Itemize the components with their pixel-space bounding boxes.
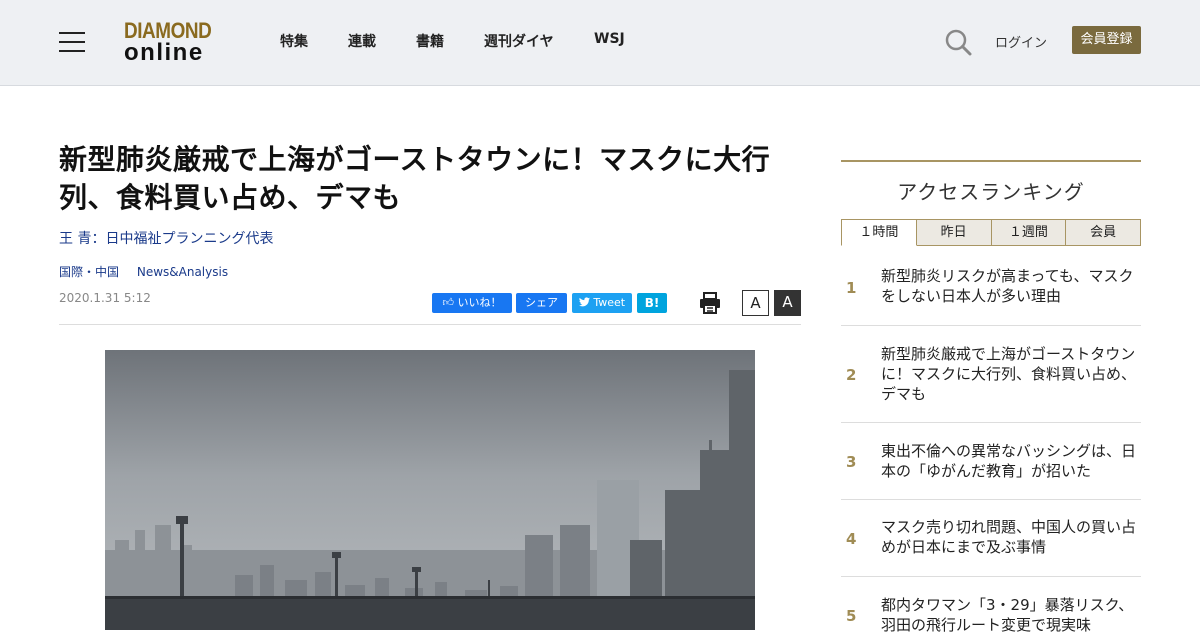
search-icon[interactable] bbox=[944, 28, 972, 56]
ranking-number: 2 bbox=[846, 366, 857, 384]
ranking-item[interactable]: 1 新型肺炎リスクが高まっても、マスクをしない日本人が多い理由 bbox=[841, 246, 1141, 326]
nav-item-weekly-diamond[interactable]: 週刊ダイヤ bbox=[484, 31, 554, 51]
print-icon[interactable] bbox=[699, 292, 721, 314]
ranking-number: 4 bbox=[846, 530, 857, 548]
ranking-item[interactable]: 5 都内タワマン「3・29」暴落リスク、羽田の飛行ルート変更で現実味 bbox=[841, 577, 1141, 637]
thumbs-up-icon: 👍︎ bbox=[442, 296, 455, 309]
tab-yesterday[interactable]: 昨日 bbox=[916, 219, 992, 246]
category-link-news[interactable]: News&Analysis bbox=[137, 265, 228, 279]
login-link[interactable]: ログイン bbox=[995, 32, 1047, 51]
article-title: 新型肺炎厳戒で上海がゴーストタウンに！マスクに大行列、食料買い占め、デマも bbox=[59, 143, 771, 214]
ranking-number: 1 bbox=[846, 279, 857, 297]
nav-item-wsj[interactable]: WSJ bbox=[594, 31, 625, 47]
site-logo[interactable]: DIAMOND online bbox=[124, 20, 228, 66]
sidebar-top-rule bbox=[841, 160, 1141, 162]
article-categories: 国際・中国 News&Analysis bbox=[59, 263, 242, 280]
tab-1-week[interactable]: １週間 bbox=[991, 219, 1067, 246]
article-author[interactable]: 王 青：日中福祉プランニング代表 bbox=[59, 228, 273, 248]
ranking-item[interactable]: 3 東出不倫への異常なバッシングは、日本の「ゆがんだ教育」が招いた bbox=[841, 423, 1141, 500]
tab-members[interactable]: 会員 bbox=[1066, 219, 1141, 246]
ranking-tabs: １時間 昨日 １週間 会員 bbox=[841, 219, 1141, 246]
tweet-button[interactable]: Tweet bbox=[572, 293, 632, 313]
register-button[interactable]: 会員登録 bbox=[1072, 26, 1141, 54]
site-header: DIAMOND online 特集 連載 書籍 週刊ダイヤ WSJ ログイン 会… bbox=[0, 0, 1200, 86]
hamburger-menu-icon[interactable] bbox=[59, 32, 85, 52]
ranking-headline: マスク売り切れ問題、中国人の買い占めが日本にまで及ぶ事情 bbox=[881, 518, 1137, 556]
ranking-title: アクセスランキング bbox=[897, 180, 1085, 204]
font-size-large-button[interactable]: A bbox=[774, 290, 801, 316]
article-photo-shanghai-bund bbox=[105, 350, 755, 630]
like-label: いいね！ bbox=[457, 296, 502, 309]
facebook-like-button[interactable]: 👍︎ いいね！ bbox=[432, 293, 512, 313]
ranking-item[interactable]: 4 マスク売り切れ問題、中国人の買い占めが日本にまで及ぶ事情 bbox=[841, 500, 1141, 577]
facebook-share-button[interactable]: シェア bbox=[516, 293, 567, 313]
twitter-bird-icon bbox=[578, 297, 590, 307]
ranking-headline: 新型肺炎厳戒で上海がゴーストタウンに！マスクに大行列、食料買い占め、デマも bbox=[881, 345, 1137, 403]
ranking-headline: 新型肺炎リスクが高まっても、マスクをしない日本人が多い理由 bbox=[881, 267, 1134, 305]
nav-item-shoseki[interactable]: 書籍 bbox=[416, 31, 444, 51]
ranking-item[interactable]: 2 新型肺炎厳戒で上海がゴーストタウンに！マスクに大行列、食料買い占め、デマも bbox=[841, 326, 1141, 423]
font-size-small-button[interactable]: A bbox=[742, 290, 769, 316]
article-date: 2020.1.31 5:12 bbox=[59, 291, 151, 305]
ranking-headline: 東出不倫への異常なバッシングは、日本の「ゆがんだ教育」が招いた bbox=[881, 442, 1137, 480]
tab-1-hour[interactable]: １時間 bbox=[841, 219, 917, 246]
nav-item-rensai[interactable]: 連載 bbox=[348, 31, 376, 51]
hatena-bookmark-button[interactable]: B! bbox=[637, 293, 667, 313]
ranking-number: 5 bbox=[846, 607, 857, 625]
category-link-kokusai[interactable]: 国際・中国 bbox=[59, 265, 119, 279]
nav-item-tokushu[interactable]: 特集 bbox=[280, 31, 308, 51]
ranking-headline: 都内タワマン「3・29」暴落リスク、羽田の飛行ルート変更で現実味 bbox=[881, 596, 1134, 634]
article-divider bbox=[59, 324, 801, 325]
logo-online: online bbox=[124, 39, 204, 66]
ranking-number: 3 bbox=[846, 453, 857, 471]
tweet-label: Tweet bbox=[593, 296, 626, 309]
